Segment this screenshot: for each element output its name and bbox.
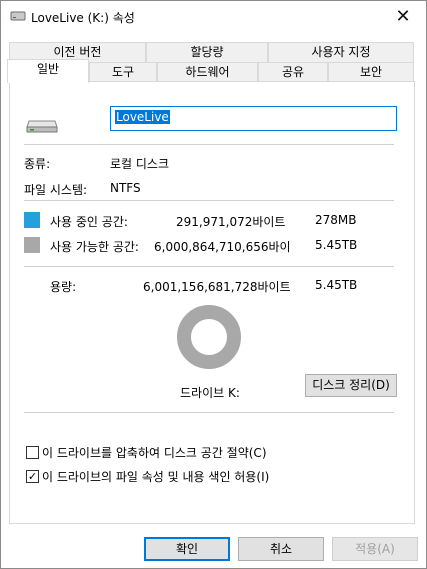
capacity-size: 5.45TB	[315, 278, 358, 292]
drive-letter-label: 드라이브 K:	[180, 386, 240, 400]
disk-cleanup-button[interactable]: 디스크 정리(D)	[305, 374, 397, 397]
cancel-label: 취소	[269, 542, 293, 556]
used-space-swatch	[24, 212, 40, 228]
volume-name-input[interactable]: LoveLive	[110, 106, 397, 131]
compress-label: 이 드라이브를 압축하여 디스크 공간 절약(C)	[42, 446, 267, 460]
apply-button[interactable]: 적용(A)	[332, 537, 418, 561]
drive-large-icon	[26, 120, 58, 133]
divider	[24, 144, 394, 145]
tab-tools[interactable]: 도구	[89, 62, 157, 83]
tab-security[interactable]: 보안	[328, 62, 414, 83]
compress-checkbox[interactable]	[26, 446, 39, 459]
tab-customize[interactable]: 사용자 지정	[268, 42, 414, 63]
index-label: 이 드라이브의 파일 속성 및 내용 색인 허용(I)	[42, 470, 270, 484]
free-space-label: 사용 가능한 공간:	[50, 240, 139, 254]
type-label: 종류:	[24, 157, 51, 171]
tab-label: 공유	[281, 65, 305, 79]
properties-window: LoveLive (K:) 속성 ✕ 이전 버전 할당량 사용자 지정 일반 도…	[0, 0, 427, 569]
used-space-bytes: 291,971,072바이트	[176, 215, 286, 229]
tab-quota[interactable]: 할당량	[146, 42, 268, 63]
used-space-label: 사용 중인 공간:	[50, 215, 128, 229]
close-icon: ✕	[395, 5, 411, 27]
free-space-swatch	[24, 237, 40, 253]
free-space-ring	[177, 305, 241, 369]
checkmark-icon: ✓	[27, 470, 38, 483]
tab-sharing[interactable]: 공유	[258, 62, 328, 83]
divider	[24, 266, 394, 267]
type-value: 로컬 디스크	[110, 157, 170, 171]
disk-cleanup-label: 디스크 정리(D)	[312, 378, 390, 392]
close-button[interactable]: ✕	[380, 1, 426, 31]
free-space-size: 5.45TB	[315, 238, 358, 252]
tab-label: 보안	[359, 65, 383, 79]
used-space-size: 278MB	[315, 213, 357, 227]
tab-label: 사용자 지정	[311, 45, 371, 59]
tab-general[interactable]: 일반	[7, 59, 89, 83]
filesystem-value: NTFS	[110, 181, 141, 195]
index-checkbox[interactable]: ✓	[26, 470, 39, 483]
general-panel: LoveLive 종류: 로컬 디스크 파일 시스템: NTFS 사용 중인 공…	[9, 81, 415, 524]
tab-label: 이전 버전	[53, 45, 102, 59]
divider	[24, 200, 394, 201]
divider	[24, 412, 394, 413]
disk-usage-donut	[177, 305, 241, 369]
title-bar[interactable]: LoveLive (K:) 속성 ✕	[1, 1, 426, 31]
tab-hardware[interactable]: 하드웨어	[157, 62, 258, 83]
cancel-button[interactable]: 취소	[238, 537, 324, 561]
window-title: LoveLive (K:) 속성	[31, 11, 135, 25]
tab-label: 도구	[111, 65, 135, 79]
apply-label: 적용(A)	[355, 542, 395, 556]
ok-button[interactable]: 확인	[144, 537, 230, 561]
ok-label: 확인	[175, 542, 199, 556]
filesystem-label: 파일 시스템:	[24, 183, 88, 197]
tab-label: 하드웨어	[185, 65, 230, 79]
drive-icon	[10, 11, 26, 21]
capacity-label: 용량:	[50, 280, 77, 294]
volume-name-value: LoveLive	[115, 110, 170, 124]
tab-label: 일반	[36, 62, 60, 76]
free-space-bytes: 6,000,864,710,656바이	[154, 240, 291, 254]
tab-label: 할당량	[190, 45, 224, 59]
capacity-bytes: 6,001,156,681,728바이트	[143, 280, 291, 294]
